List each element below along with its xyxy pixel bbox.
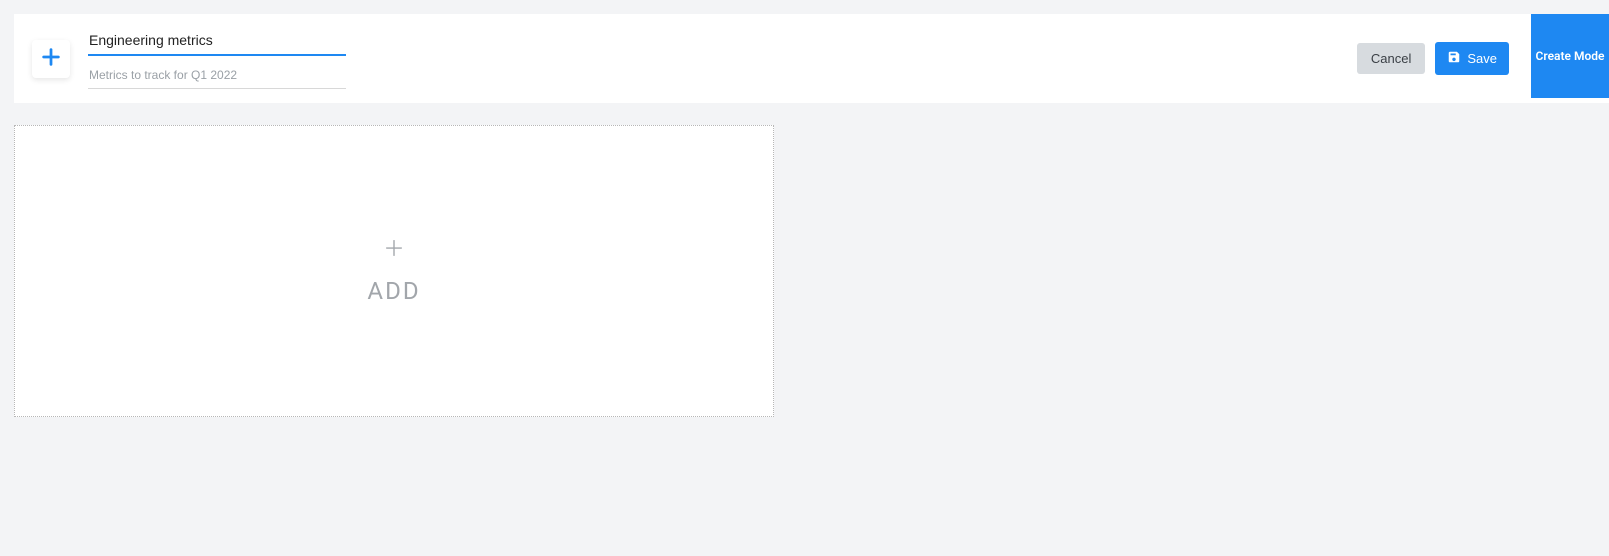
cancel-button[interactable]: Cancel bbox=[1357, 43, 1425, 74]
add-panel[interactable]: ADD bbox=[14, 125, 774, 417]
add-panel-label: ADD bbox=[367, 277, 420, 305]
save-button[interactable]: Save bbox=[1435, 42, 1509, 75]
content-area: ADD bbox=[0, 103, 1609, 417]
header-bar: Cancel Save Create Mode bbox=[14, 14, 1609, 103]
plus-icon bbox=[40, 46, 62, 72]
create-mode-button[interactable]: Create Mode bbox=[1531, 14, 1609, 98]
title-fields bbox=[88, 28, 346, 89]
save-button-label: Save bbox=[1467, 51, 1497, 66]
add-plus-icon bbox=[383, 237, 405, 263]
logo-plus-tile bbox=[32, 40, 70, 78]
subtitle-input[interactable] bbox=[88, 66, 346, 89]
title-input[interactable] bbox=[88, 28, 346, 56]
save-icon bbox=[1447, 50, 1467, 67]
